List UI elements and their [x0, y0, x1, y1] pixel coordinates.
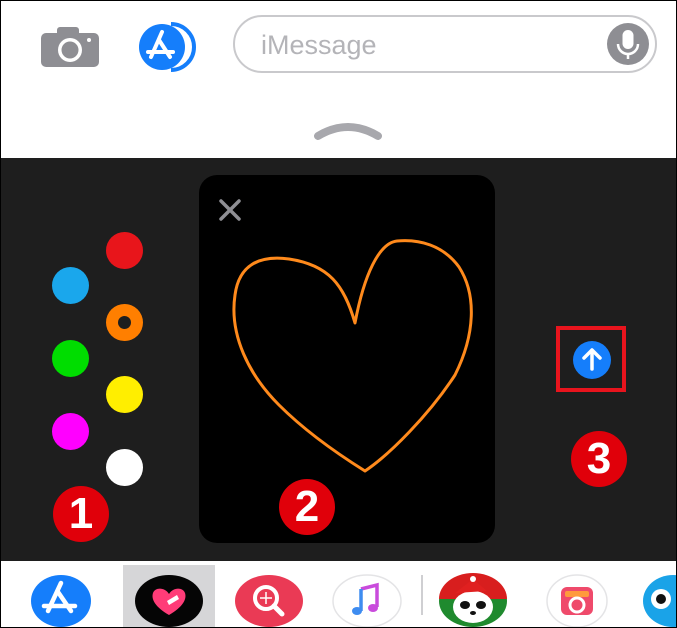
color-swatch-green[interactable]	[52, 340, 89, 377]
sketch-canvas[interactable]	[199, 175, 495, 543]
imessage-screen: 1 2 3	[0, 0, 677, 628]
compose-bar	[1, 1, 676, 96]
color-swatch-yellow[interactable]	[106, 376, 143, 413]
heart-sketch	[232, 239, 473, 473]
eye-app-icon[interactable]	[637, 569, 677, 627]
color-swatch-blue[interactable]	[52, 267, 89, 304]
color-swatch-magenta[interactable]	[52, 413, 89, 450]
color-swatch-orange-selected[interactable]	[106, 304, 143, 341]
panda-sticker-icon[interactable]	[437, 569, 509, 627]
app-store-icon[interactable]	[25, 569, 97, 627]
search-images-icon[interactable]	[233, 569, 305, 627]
chevron-up-icon[interactable]	[314, 116, 382, 144]
music-icon[interactable]	[331, 569, 403, 627]
step-badge-1: 1	[53, 486, 109, 542]
message-field[interactable]	[233, 15, 657, 73]
app-store-icon[interactable]	[137, 22, 201, 72]
step-badge-3: 3	[571, 431, 627, 487]
message-input[interactable]	[259, 27, 593, 63]
app-tray	[1, 561, 676, 627]
selected-indicator	[118, 316, 131, 329]
send-arrow-icon[interactable]	[572, 340, 612, 380]
tray-divider	[421, 575, 423, 615]
color-swatch-red[interactable]	[106, 232, 143, 269]
microphone-icon[interactable]	[605, 21, 651, 67]
camera-app-icon[interactable]	[541, 569, 613, 627]
step-badge-2: 2	[279, 479, 335, 535]
camera-icon[interactable]	[39, 25, 101, 69]
digital-touch-icon[interactable]	[133, 569, 205, 627]
send-button-highlight	[556, 326, 626, 392]
close-icon[interactable]	[217, 197, 243, 223]
color-swatch-white[interactable]	[106, 449, 143, 486]
